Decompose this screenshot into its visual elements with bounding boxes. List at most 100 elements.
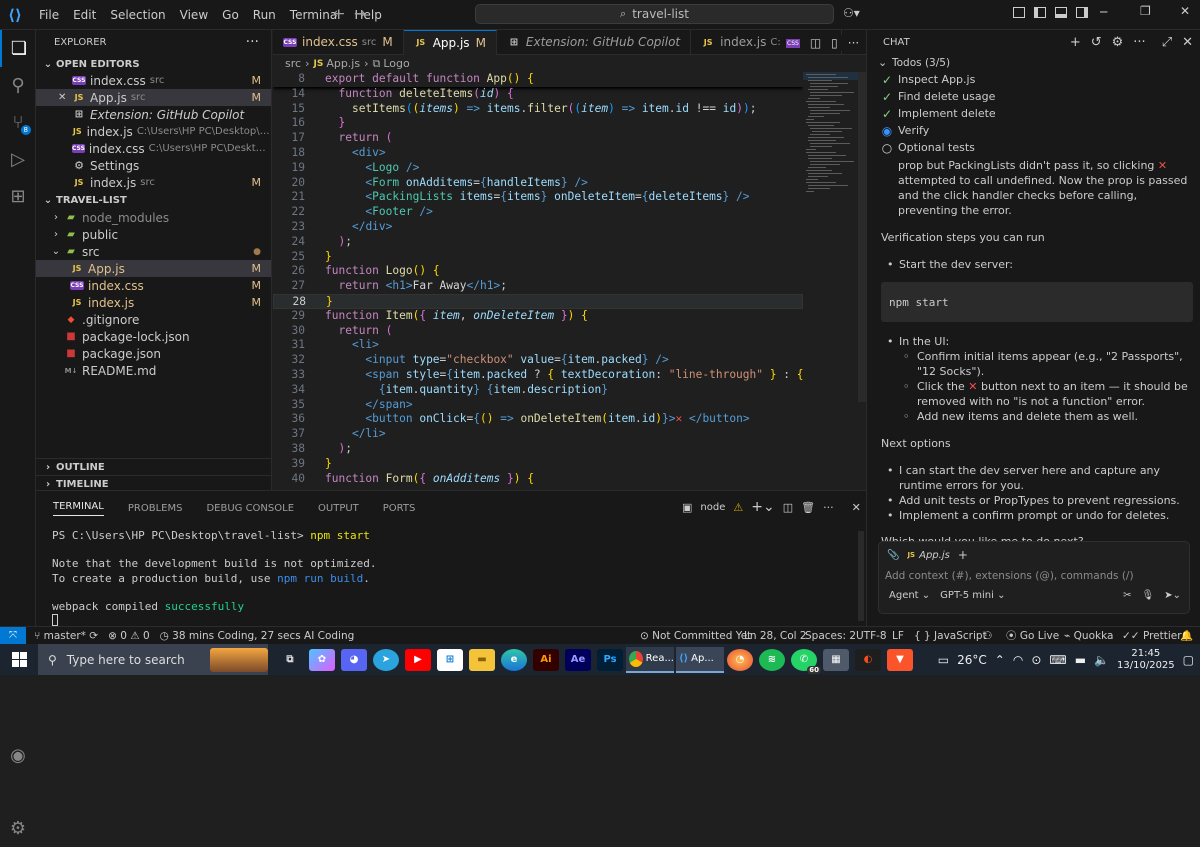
code-line[interactable]: 31 <li> — [273, 338, 803, 353]
close-editor-icon[interactable]: ✕ — [58, 92, 66, 103]
tray-chevron-icon[interactable]: ⌃ — [995, 653, 1005, 667]
mic-icon[interactable]: 🎙 — [1142, 590, 1155, 601]
git-commit-status[interactable]: ⊙ Not Committed Yet — [640, 630, 751, 642]
customize-layout-icon[interactable] — [1013, 7, 1025, 18]
code-line[interactable]: 35 </span> — [273, 398, 803, 413]
code-line[interactable]: 24 ); — [273, 235, 803, 250]
tree-file[interactable]: JS index.js M — [36, 294, 271, 311]
chat-input[interactable]: Add context (#), extensions (@), command… — [885, 570, 1189, 582]
send-icon[interactable]: ➤⌄ — [1164, 590, 1181, 601]
telegram-icon[interactable]: ➤ — [373, 648, 399, 671]
windows-start-icon[interactable] — [0, 652, 38, 667]
code-line[interactable]: 28} — [273, 293, 803, 309]
terminal-name[interactable]: node — [700, 502, 725, 513]
minimize-icon[interactable]: ─ — [1100, 5, 1107, 19]
branch-status[interactable]: ⑂ master* ⟳ — [34, 630, 98, 642]
model-picker[interactable]: GPT-5 mini ⌄ — [940, 590, 1005, 601]
copilot-icon[interactable]: ⚇▾ — [843, 6, 860, 20]
menu-selection[interactable]: Selection — [103, 8, 172, 22]
code-line[interactable]: 14 function deleteItems(id) { — [273, 87, 803, 102]
maximize-chat-icon[interactable]: ⤢ — [1162, 35, 1172, 50]
accounts-icon[interactable]: ◉ — [0, 737, 36, 774]
tree-folder[interactable]: ⌄ ▰ src ● — [36, 243, 271, 260]
open-editor-item[interactable]: ⊞ Extension: GitHub Copilot — [36, 106, 271, 123]
code-line[interactable]: 21 <PackingLists items={items} onDeleteI… — [273, 190, 803, 205]
vscode-task[interactable]: ⟨⟩ Ap... — [676, 646, 724, 673]
go-live[interactable]: ⦿ Go Live — [1006, 628, 1059, 643]
command-center-search[interactable]: ⌕ travel-list — [475, 4, 834, 24]
temperature[interactable]: 26°C — [957, 653, 987, 667]
tree-file[interactable]: M↓ README.md — [36, 362, 271, 379]
clock[interactable]: 21:45 13/10/2025 — [1117, 648, 1175, 672]
add-context-icon[interactable]: + — [958, 548, 968, 562]
code-line[interactable]: 33 <span style={item.packed ? { textDeco… — [273, 368, 803, 383]
terminal-output[interactable]: PS C:\Users\HP PC\Desktop\travel-list> n… — [52, 529, 377, 628]
menu-go[interactable]: Go — [215, 8, 246, 22]
toggle-sidebar-icon[interactable] — [1034, 7, 1046, 18]
todo-item[interactable]: ○ Optional tests — [878, 139, 1196, 156]
open-editor-item[interactable]: JS index.jsC:\Users\HP PC\Desktop\ultimat… — [36, 123, 271, 140]
taskbar-search[interactable]: ⚲ Type here to search — [38, 644, 268, 675]
code-line[interactable]: 34 {item.quantity} {item.description} — [273, 383, 803, 398]
code-line[interactable]: 29 function Item({ item, onDeleteItem }) … — [273, 309, 803, 324]
editor-more-icon[interactable]: ··· — [848, 36, 859, 50]
code-line[interactable]: 36 <button onClick={() => onDeleteItem(i… — [273, 412, 803, 427]
open-editor-item[interactable]: ⚙ Settings — [36, 157, 271, 174]
file-explorer-icon[interactable]: ▬ — [469, 648, 495, 671]
kill-terminal-icon[interactable]: 🗑 — [801, 501, 815, 514]
spotify-icon[interactable]: ≋ — [759, 648, 785, 671]
volume-icon[interactable]: 🔈 — [1094, 653, 1109, 667]
panel-more-icon[interactable]: ··· — [823, 501, 834, 514]
code-line[interactable]: 30 return ( — [273, 324, 803, 339]
indentation[interactable]: Spaces: 2 — [805, 630, 856, 642]
todos-toggle[interactable]: ⌄ Todos (3/5) — [878, 54, 1196, 71]
menu-file[interactable]: File — [32, 8, 66, 22]
tab-output[interactable]: OUTPUT — [318, 503, 359, 514]
project-header[interactable]: ⌄ TRAVEL-LIST — [36, 191, 271, 209]
code-line[interactable]: 25} — [273, 250, 803, 265]
after-effects-icon[interactable]: Ae — [565, 648, 591, 671]
toggle-secondary-sidebar-icon[interactable] — [1076, 7, 1088, 18]
menu-edit[interactable]: Edit — [66, 8, 103, 22]
close-window-icon[interactable]: ✕ — [1180, 4, 1190, 18]
tab-terminal[interactable]: TERMINAL — [53, 501, 104, 516]
code-editor[interactable]: 8 export default function App() {14 funct… — [273, 72, 803, 490]
code-line[interactable]: 26 function Logo() { — [273, 264, 803, 279]
run-debug-icon[interactable]: ▷ — [0, 141, 36, 178]
edge-icon[interactable]: e — [501, 648, 527, 671]
code-line[interactable]: 27 return <h1>Far Away</h1>; — [273, 279, 803, 294]
copilot-app-icon[interactable]: ✿ — [309, 648, 335, 671]
breadcrumb-file[interactable]: App.js — [326, 57, 360, 70]
open-editor-item[interactable]: ✕ JS App.js src M — [36, 89, 271, 106]
extensions-icon[interactable]: ⊞ — [0, 178, 36, 215]
cursor-position[interactable]: Ln 28, Col 2 — [744, 630, 807, 642]
code-line[interactable]: 16 } — [273, 116, 803, 131]
copilot-status-icon[interactable]: ⚇ — [983, 630, 992, 642]
tree-file[interactable]: ■ package.json — [36, 345, 271, 362]
restore-icon[interactable]: ❐ — [1140, 4, 1151, 18]
battery-icon[interactable]: ▬ — [1075, 653, 1086, 667]
more-actions-icon[interactable]: ··· — [246, 34, 259, 50]
back-arrow-icon[interactable]: ← — [333, 6, 345, 22]
tab-problems[interactable]: PROBLEMS — [128, 503, 183, 514]
brave-icon[interactable]: ▼ — [887, 648, 913, 671]
forward-arrow-icon[interactable]: → — [354, 6, 366, 22]
tab-debug-console[interactable]: DEBUG CONSOLE — [206, 503, 294, 514]
toggle-layout-icon[interactable]: ▯ — [831, 36, 838, 50]
code-line[interactable]: 8 export default function App() { — [273, 72, 803, 87]
language-mode[interactable]: { } JavaScript — [914, 630, 987, 642]
code-line[interactable]: 15 setItems((items) => items.filter((ite… — [273, 102, 803, 117]
firefox-icon[interactable]: ◔ — [727, 648, 753, 671]
notifications-icon[interactable]: 🔔 — [1180, 629, 1193, 642]
chat-input-box[interactable]: 📎 JS App.js + Add context (#), extensions… — [878, 541, 1190, 614]
minimap[interactable] — [803, 72, 859, 490]
source-control-icon[interactable]: ⑂ 8 — [0, 104, 36, 141]
tab-ports[interactable]: PORTS — [383, 503, 416, 514]
quokka[interactable]: ⌁ Quokka — [1064, 630, 1113, 642]
tree-file[interactable]: CSS index.css M — [36, 277, 271, 294]
open-editor-item[interactable]: CSSindex.cssC:\Users\HP PC\Desktop\ultim… — [36, 140, 271, 157]
toggle-panel-icon[interactable] — [1055, 7, 1067, 18]
tree-file[interactable]: ■ package-lock.json — [36, 328, 271, 345]
meet-icon[interactable]: ⊙ — [1031, 653, 1041, 667]
editor-tab[interactable]: CSS index.css src M — [273, 29, 404, 55]
